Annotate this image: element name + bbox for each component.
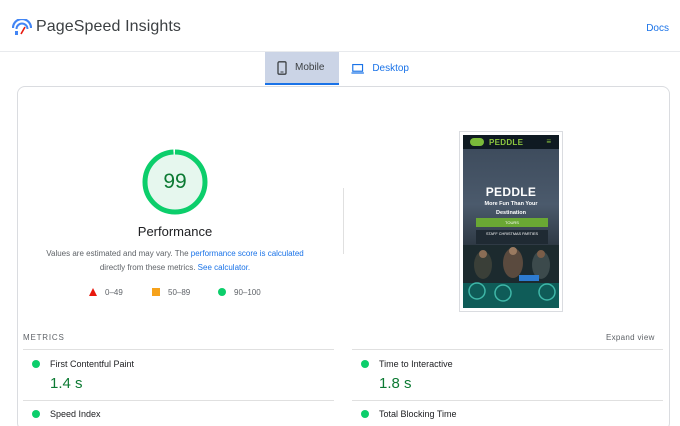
legend-fail-label: 0–49	[105, 287, 123, 297]
see-calculator-link[interactable]: See calculator.	[198, 263, 250, 272]
tab-desktop[interactable]: Desktop	[339, 52, 419, 85]
metrics-divider-right-2	[352, 400, 663, 401]
metrics-divider-left	[23, 349, 334, 350]
site-brand: PEDDLE	[489, 138, 524, 147]
docs-link[interactable]: Docs	[646, 23, 669, 34]
performance-score-link[interactable]: performance score is calculated	[191, 249, 304, 258]
tab-mobile-label: Mobile	[295, 62, 325, 73]
pass-circle-icon	[361, 360, 369, 368]
metrics-divider-left-2	[23, 400, 334, 401]
pagespeed-logo-icon[interactable]	[12, 19, 32, 37]
legend-fail: 0–49	[89, 286, 123, 298]
performance-note: Values are estimated and may vary. The p…	[30, 247, 320, 275]
legend-pass-label: 90–100	[234, 287, 261, 297]
riders-photo	[463, 245, 559, 308]
pass-circle-icon	[361, 410, 369, 418]
pass-circle-icon	[32, 410, 40, 418]
performance-title: Performance	[137, 224, 213, 239]
note-text-2: directly from these metrics.	[99, 263, 198, 272]
legend-pass: 90–100	[218, 286, 261, 298]
site-navbar: PEDDLE ≡	[463, 135, 559, 149]
tab-desktop-label: Desktop	[372, 63, 409, 74]
menu-icon: ≡	[546, 137, 551, 146]
page-screenshot-thumbnail: PEDDLE ≡ PEDDLE More Fun Than Your Desti…	[459, 131, 563, 312]
legend-average: 50–89	[152, 286, 190, 298]
triangle-icon	[89, 288, 97, 296]
top-header: PageSpeed Insights Docs	[0, 0, 680, 52]
legend-average-label: 50–89	[168, 287, 191, 297]
metric-tti-value: 1.8 s	[379, 375, 412, 392]
phone-screenshot: PEDDLE ≡ PEDDLE More Fun Than Your Desti…	[463, 135, 559, 308]
bike-logo-icon	[470, 138, 484, 146]
metric-tbt-name: Total Blocking Time	[379, 409, 457, 419]
metrics-heading: METRICS	[23, 333, 65, 342]
tours-button: TOURS	[476, 218, 548, 227]
christmas-parties-button: STAFF CHRISTMAS PARTIES	[476, 230, 548, 244]
vertical-divider	[343, 188, 344, 254]
square-icon	[152, 288, 160, 296]
note-text-1: Values are estimated and may vary. The	[46, 249, 191, 258]
pass-circle-icon	[32, 360, 40, 368]
metric-fcp-value: 1.4 s	[50, 375, 83, 392]
tab-mobile[interactable]: Mobile	[265, 52, 339, 85]
circle-icon	[218, 288, 226, 296]
metric-si-name: Speed Index	[50, 409, 101, 419]
performance-score: 99	[163, 170, 187, 193]
device-tabs: Mobile Desktop	[265, 52, 419, 85]
phone-icon	[277, 60, 287, 75]
metrics-divider-right	[352, 349, 663, 350]
metric-tti-name: Time to Interactive	[379, 359, 453, 369]
hero-headline: PEDDLE	[485, 185, 537, 199]
metric-fcp-name: First Contentful Paint	[50, 359, 135, 369]
hero-subline: More Fun Than Your Destination	[484, 201, 538, 216]
expand-view-toggle[interactable]: Expand view	[606, 333, 655, 342]
laptop-icon	[351, 63, 364, 74]
app-title[interactable]: PageSpeed Insights	[36, 18, 181, 36]
